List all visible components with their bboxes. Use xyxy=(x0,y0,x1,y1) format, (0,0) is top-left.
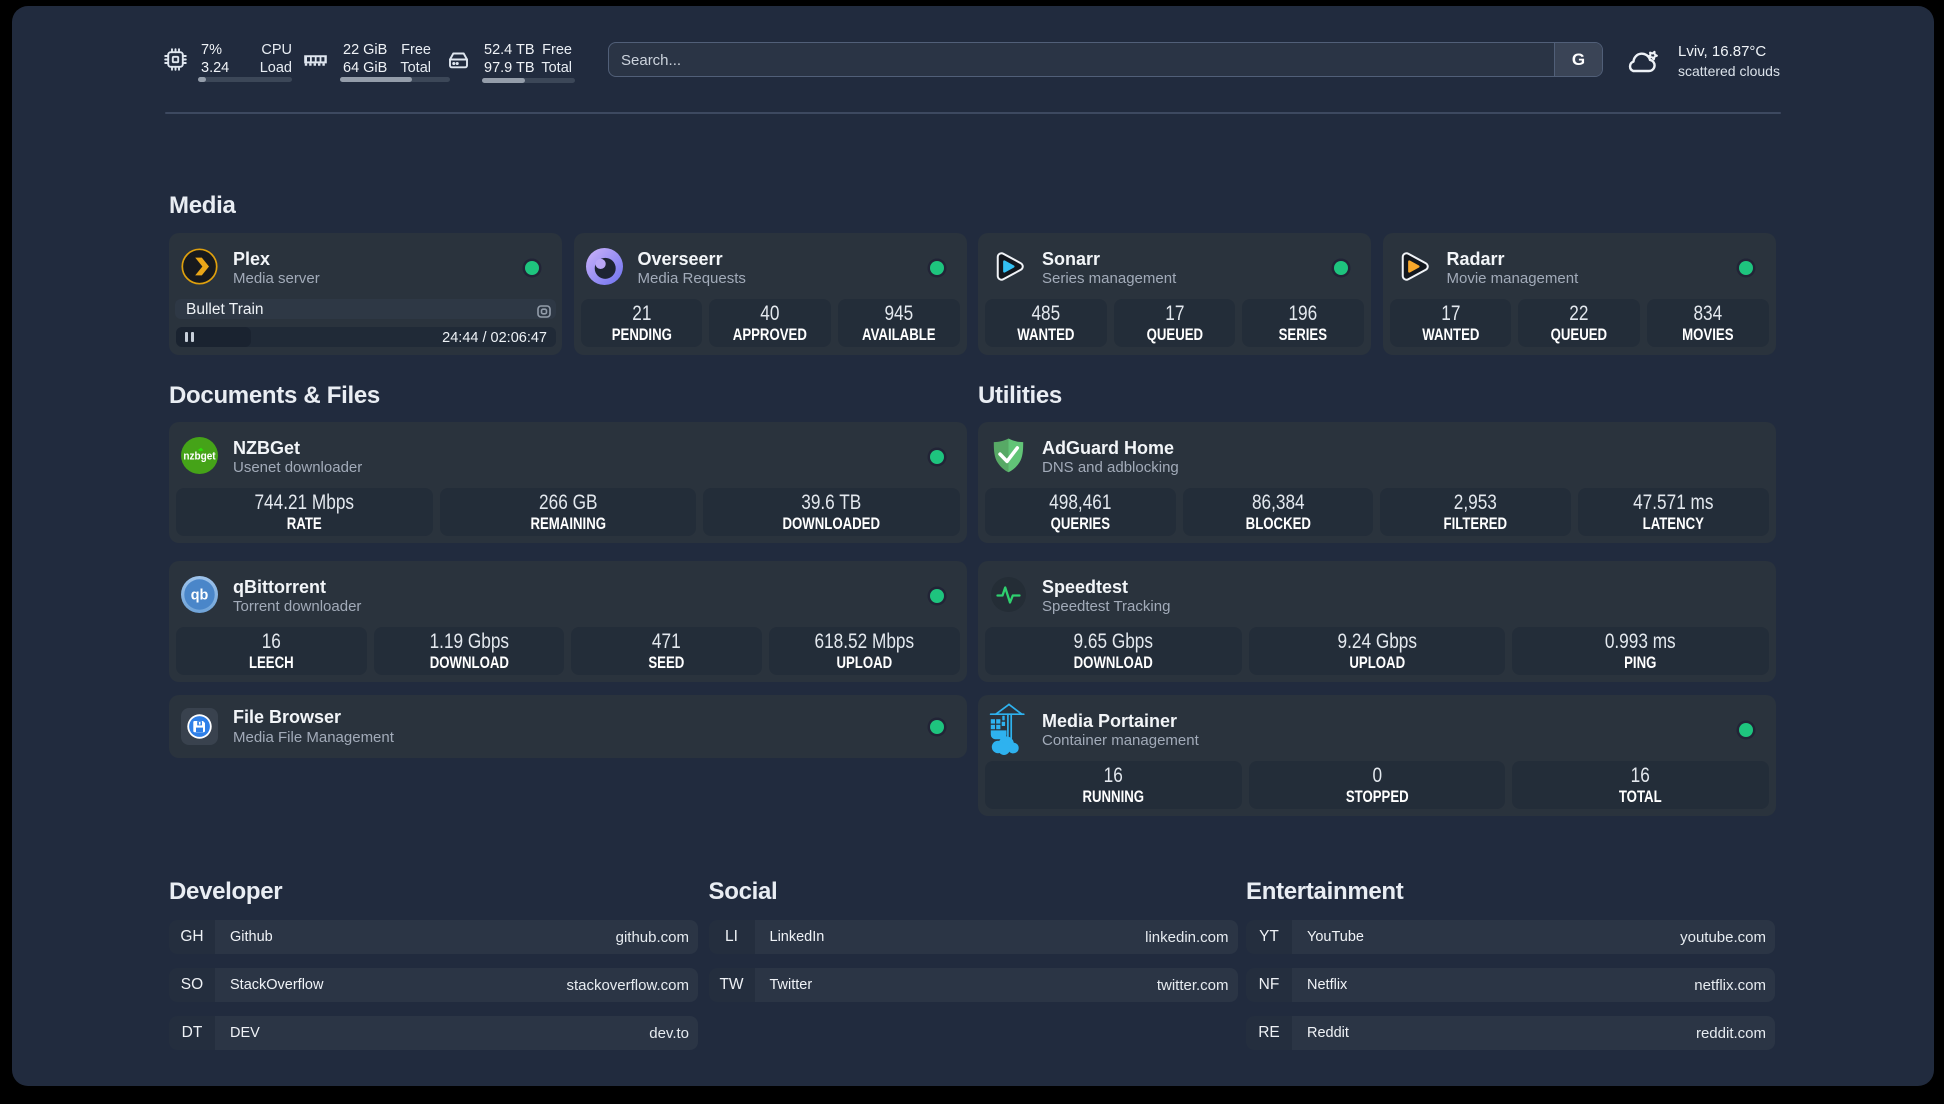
svg-text:qb: qb xyxy=(191,587,209,603)
svg-text:nzbget: nzbget xyxy=(183,451,216,462)
